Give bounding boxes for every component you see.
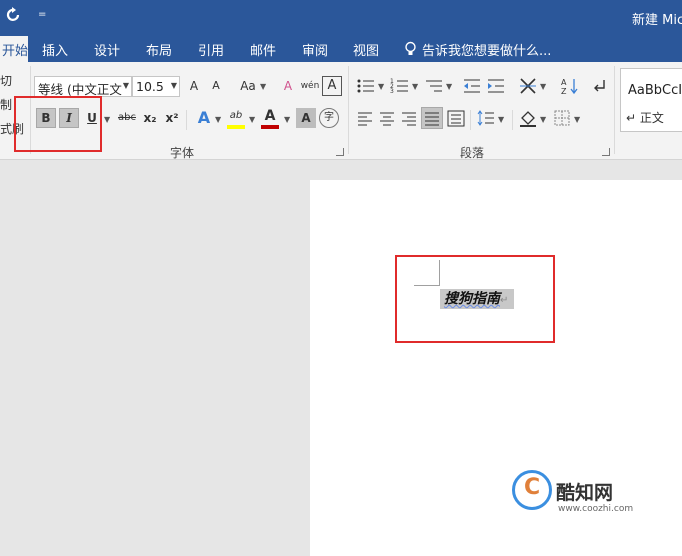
clear-formatting-button[interactable]: A [278, 76, 298, 96]
tab-insert[interactable]: 插入 [42, 40, 68, 59]
group-divider [348, 66, 349, 154]
text-effects-button[interactable]: A [194, 108, 214, 128]
line-spacing-icon[interactable] [476, 108, 496, 128]
svg-text:3: 3 [390, 88, 394, 95]
tab-view[interactable]: 视图 [353, 40, 379, 59]
chevron-down-icon[interactable]: ▼ [540, 115, 546, 124]
style-preview: AaBbCcI [628, 83, 682, 98]
divider [470, 110, 471, 130]
highlighter-icon: ab [229, 110, 243, 121]
chinese-layout-icon[interactable] [518, 76, 538, 96]
phonetic-guide-button[interactable]: wén [300, 76, 320, 96]
tab-design[interactable]: 设计 [94, 40, 120, 59]
font-size-value: 10.5 [136, 79, 164, 94]
paragraph-dialog-launcher-icon[interactable] [602, 148, 610, 156]
group-divider [614, 66, 615, 154]
style-name: ↵ 正文 [626, 111, 664, 125]
borders-icon[interactable] [552, 108, 572, 128]
align-center-icon[interactable] [378, 108, 396, 128]
superscript-button[interactable]: x² [162, 108, 182, 128]
change-case-button[interactable]: Aa [236, 76, 260, 96]
cut-button[interactable]: 切 [0, 72, 12, 89]
multilevel-list-icon[interactable] [424, 76, 444, 96]
chevron-down-icon[interactable]: ▼ [412, 82, 418, 91]
svg-text:A: A [561, 78, 567, 87]
annotation-box-text [395, 255, 555, 343]
redo-icon[interactable] [6, 7, 22, 23]
chevron-down-icon: ▼ [122, 81, 129, 90]
font-group-label: 字体 [170, 146, 195, 160]
highlight-color-bar [227, 125, 245, 129]
font-color-bar [261, 125, 279, 129]
watermark-logo: C [512, 470, 552, 510]
align-left-icon[interactable] [356, 108, 374, 128]
font-dialog-launcher-icon[interactable] [336, 148, 344, 156]
watermark-logo-letter: C [524, 475, 541, 500]
sort-icon[interactable]: AZ [560, 76, 580, 96]
tab-review[interactable]: 审阅 [302, 40, 328, 59]
shrink-font-button[interactable]: A [206, 76, 226, 96]
tell-me-box[interactable]: 告诉我您想要做什么... [404, 40, 551, 59]
tab-mailings[interactable]: 邮件 [250, 40, 276, 59]
ribbon-tabs: 开始 插入 设计 布局 引用 邮件 审阅 视图 告诉我您想要做什么... [0, 36, 682, 62]
document-page[interactable]: 搜狗指南↵ [310, 180, 682, 556]
enclose-characters-button[interactable]: 字 [319, 108, 339, 128]
bullets-icon[interactable] [356, 76, 376, 96]
title-bar: = 新建 Mic [0, 0, 682, 36]
numbering-icon[interactable]: 123 [390, 76, 410, 96]
show-paragraph-marks-icon[interactable] [590, 76, 610, 96]
chevron-down-icon[interactable]: ▼ [540, 82, 546, 91]
justify-icon[interactable] [421, 107, 443, 129]
chevron-down-icon[interactable]: ▼ [378, 82, 384, 91]
chevron-down-icon[interactable]: ▼ [446, 82, 452, 91]
chevron-down-icon[interactable]: ▼ [104, 115, 110, 124]
style-normal[interactable]: AaBbCcI ↵ 正文 [620, 68, 682, 132]
lightbulb-icon [405, 41, 416, 55]
grow-font-button[interactable]: A [184, 76, 204, 96]
chevron-down-icon[interactable]: ▼ [498, 115, 504, 124]
font-name-select[interactable]: 等线 (中文正文 ▼ [34, 76, 132, 97]
qat-customize-button[interactable]: = [38, 9, 46, 20]
chevron-down-icon[interactable]: ▼ [284, 115, 290, 124]
copy-button[interactable]: 制 [0, 96, 12, 113]
ribbon: 切 制 式刷 等线 (中文正文 ▼ 10.5 ▼ A A Aa ▼ A wén … [0, 62, 682, 160]
distributed-icon[interactable] [446, 108, 466, 128]
align-right-icon[interactable] [400, 108, 418, 128]
divider [186, 110, 187, 130]
divider [512, 110, 513, 130]
tab-home[interactable]: 开始 [0, 36, 28, 62]
chevron-down-icon: ▼ [170, 81, 177, 90]
shading-bucket-icon[interactable] [518, 108, 538, 128]
tab-references[interactable]: 引用 [198, 40, 224, 59]
window-title: 新建 Mic [632, 13, 682, 28]
strikethrough-button[interactable]: abc [116, 108, 138, 128]
character-shading-button[interactable]: A [296, 108, 316, 128]
annotation-box-bold-italic [14, 96, 102, 152]
increase-indent-icon[interactable] [486, 76, 506, 96]
tell-me-text: 告诉我您想要做什么... [422, 44, 552, 59]
chevron-down-icon[interactable]: ▼ [215, 115, 221, 124]
chevron-down-icon[interactable]: ▼ [574, 115, 580, 124]
svg-text:Z: Z [561, 87, 567, 96]
paragraph-group-label: 段落 [460, 146, 485, 160]
font-size-select[interactable]: 10.5 ▼ [132, 76, 180, 97]
chevron-down-icon[interactable]: ▼ [260, 82, 266, 91]
character-border-button[interactable]: A [322, 76, 342, 96]
font-color-icon: A [264, 108, 276, 124]
subscript-button[interactable]: x₂ [140, 108, 160, 128]
font-name-value: 等线 (中文正文 [38, 82, 122, 97]
decrease-indent-icon[interactable] [462, 76, 482, 96]
watermark-url: www.coozhi.com [558, 504, 634, 514]
watermark-name: 酷知网 [556, 482, 614, 504]
chevron-down-icon[interactable]: ▼ [249, 115, 255, 124]
tab-layout[interactable]: 布局 [146, 40, 172, 59]
